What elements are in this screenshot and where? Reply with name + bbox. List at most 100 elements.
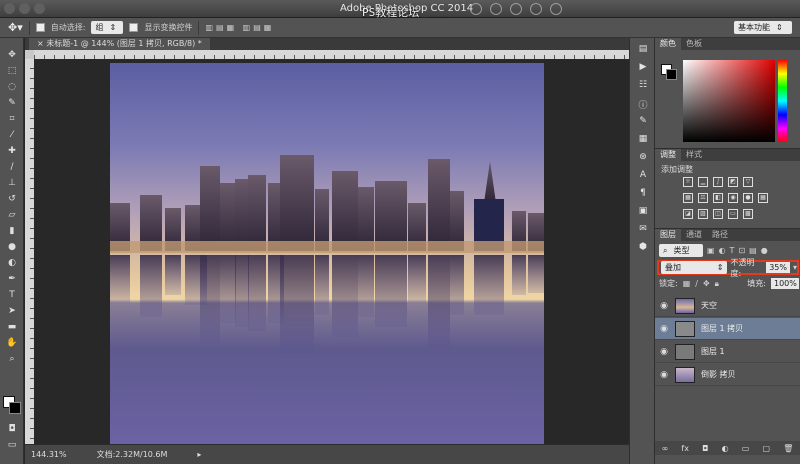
tab-adjustments[interactable]: 调整: [655, 149, 681, 161]
tools-grip[interactable]: [0, 38, 23, 46]
tab-swatches[interactable]: 色板: [681, 38, 707, 50]
levels-icon[interactable]: ▁: [698, 177, 708, 187]
dodge-icon[interactable]: ◐: [4, 257, 20, 269]
invert-icon[interactable]: ◪: [683, 209, 693, 219]
layer-name[interactable]: 图层 1: [701, 346, 725, 357]
history-brush-icon[interactable]: ↺: [4, 193, 20, 205]
filter-pixel-icon[interactable]: ▣: [707, 246, 715, 255]
tab-layers[interactable]: 图层: [655, 229, 681, 241]
lock-all-icon[interactable]: 🔒︎: [715, 279, 719, 289]
align-buttons[interactable]: ▥▤▦ ▥▤▦: [205, 23, 274, 32]
gradient-map-icon[interactable]: ▭: [728, 209, 738, 219]
paragraph-icon[interactable]: ¶: [636, 188, 650, 200]
zoom-level[interactable]: 144.31%: [31, 450, 67, 459]
lock-position-icon[interactable]: ✥: [703, 279, 710, 288]
color-swatches[interactable]: [3, 396, 21, 414]
zoom-window-button[interactable]: [34, 3, 45, 14]
screen-mode-icon[interactable]: ▭: [4, 439, 20, 451]
filter-shape-icon[interactable]: ⊡: [738, 246, 745, 255]
layer-filter-dropdown[interactable]: ⌕ 类型: [659, 244, 703, 257]
vertical-ruler[interactable]: [25, 59, 34, 444]
layer-row[interactable]: ◉ 倒影 拷贝: [655, 364, 800, 386]
filter-adjustment-icon[interactable]: ◐: [719, 246, 726, 255]
filter-type-icon[interactable]: T: [730, 246, 735, 255]
layer-row-selected[interactable]: ◉ 图层 1 拷贝: [655, 318, 800, 340]
filter-smart-object-icon[interactable]: ▤: [749, 246, 757, 255]
horizontal-ruler[interactable]: [34, 50, 629, 59]
heal-icon[interactable]: ✚: [4, 145, 20, 157]
color-spectrum-field[interactable]: [683, 60, 775, 142]
type-icon[interactable]: T: [4, 289, 20, 301]
layer-row[interactable]: ◉ 天空: [655, 295, 800, 317]
brush-presets-icon[interactable]: ✎: [636, 116, 650, 128]
adjustment-layer-icon[interactable]: ◐: [722, 444, 729, 453]
close-tab-icon[interactable]: ×: [37, 39, 46, 48]
status-arrow-icon[interactable]: ▸: [197, 450, 201, 459]
zoom-icon[interactable]: ⌕: [4, 353, 20, 365]
crop-icon[interactable]: ⌗: [4, 113, 20, 125]
brush-panel-icon[interactable]: ▦: [636, 134, 650, 146]
eraser-icon[interactable]: ▱: [4, 209, 20, 221]
hue-saturation-icon[interactable]: ▦: [683, 193, 693, 203]
layer-comps-icon[interactable]: ▣: [636, 206, 650, 218]
opacity-slider-toggle[interactable]: ▾: [793, 263, 797, 272]
shape-icon[interactable]: ▬: [4, 321, 20, 333]
posterize-icon[interactable]: ▨: [698, 209, 708, 219]
layer-name[interactable]: 天空: [701, 300, 717, 311]
minimize-window-button[interactable]: [19, 3, 30, 14]
eyedropper-icon[interactable]: ⁄: [4, 129, 20, 141]
eye-icon[interactable]: ◉: [655, 370, 673, 380]
eye-icon[interactable]: ◉: [655, 301, 673, 311]
threshold-icon[interactable]: ◫: [713, 209, 723, 219]
quick-select-icon[interactable]: ✎: [4, 97, 20, 109]
stamp-icon[interactable]: ⊥: [4, 177, 20, 189]
background-color-swatch[interactable]: [9, 402, 21, 414]
layer-thumbnail[interactable]: [675, 320, 695, 337]
layer-thumbnail[interactable]: [675, 343, 695, 360]
lasso-icon[interactable]: ◌: [4, 81, 20, 93]
document-tab[interactable]: × 未标题-1 @ 144% (图层 1 拷贝, RGB/8) *: [29, 38, 210, 50]
brightness-contrast-icon[interactable]: ☼: [683, 177, 693, 187]
notes-icon[interactable]: ✉: [636, 224, 650, 236]
lock-transparent-icon[interactable]: ▦: [683, 279, 691, 288]
close-window-button[interactable]: [4, 3, 15, 14]
auto-select-dropdown[interactable]: 组 ⇕: [91, 21, 124, 34]
mask-icon[interactable]: ◘: [702, 444, 708, 453]
layer-name[interactable]: 倒影 拷贝: [701, 369, 736, 380]
fx-icon[interactable]: fx: [681, 444, 689, 453]
quick-mask-icon[interactable]: ◘: [4, 423, 20, 435]
background-color-chip[interactable]: [666, 69, 677, 80]
tab-paths[interactable]: 路径: [707, 229, 733, 241]
pen-icon[interactable]: ✒: [4, 273, 20, 285]
eye-icon[interactable]: ◉: [655, 347, 673, 357]
3d-icon[interactable]: ⬢: [636, 242, 650, 254]
show-transform-checkbox[interactable]: [129, 23, 139, 32]
3d-drag-icon[interactable]: [510, 3, 522, 15]
actions-icon[interactable]: ▶: [636, 62, 650, 74]
group-icon[interactable]: ▭: [742, 444, 750, 453]
black-white-icon[interactable]: ◧: [713, 193, 723, 203]
layer-thumbnail[interactable]: [675, 366, 695, 383]
color-lookup-icon[interactable]: ▦: [758, 193, 768, 203]
tab-styles[interactable]: 样式: [681, 149, 707, 161]
vibrance-icon[interactable]: ▽: [743, 177, 753, 187]
lock-image-icon[interactable]: ∕: [695, 279, 698, 288]
layer-name[interactable]: 图层 1 拷贝: [701, 323, 743, 334]
blur-icon[interactable]: ●: [4, 241, 20, 253]
3d-roll-icon[interactable]: [490, 3, 502, 15]
3d-scale-icon[interactable]: [550, 3, 562, 15]
new-layer-icon[interactable]: ▢: [762, 444, 770, 453]
path-select-icon[interactable]: ➤: [4, 305, 20, 317]
clone-source-icon[interactable]: ⊛: [636, 152, 650, 164]
marquee-icon[interactable]: ⬚: [4, 65, 20, 77]
layer-row[interactable]: ◉ 图层 1: [655, 341, 800, 363]
info-icon[interactable]: ⓘ: [636, 98, 650, 111]
3d-slide-icon[interactable]: [530, 3, 542, 15]
ruler-origin[interactable]: [25, 50, 34, 59]
opacity-input[interactable]: 35%: [766, 262, 790, 273]
hand-icon[interactable]: ✋: [4, 337, 20, 349]
selective-color-icon[interactable]: ▩: [743, 209, 753, 219]
photo-filter-icon[interactable]: ◉: [728, 193, 738, 203]
channel-mixer-icon[interactable]: ●: [743, 193, 753, 203]
properties-icon[interactable]: ☷: [636, 80, 650, 92]
